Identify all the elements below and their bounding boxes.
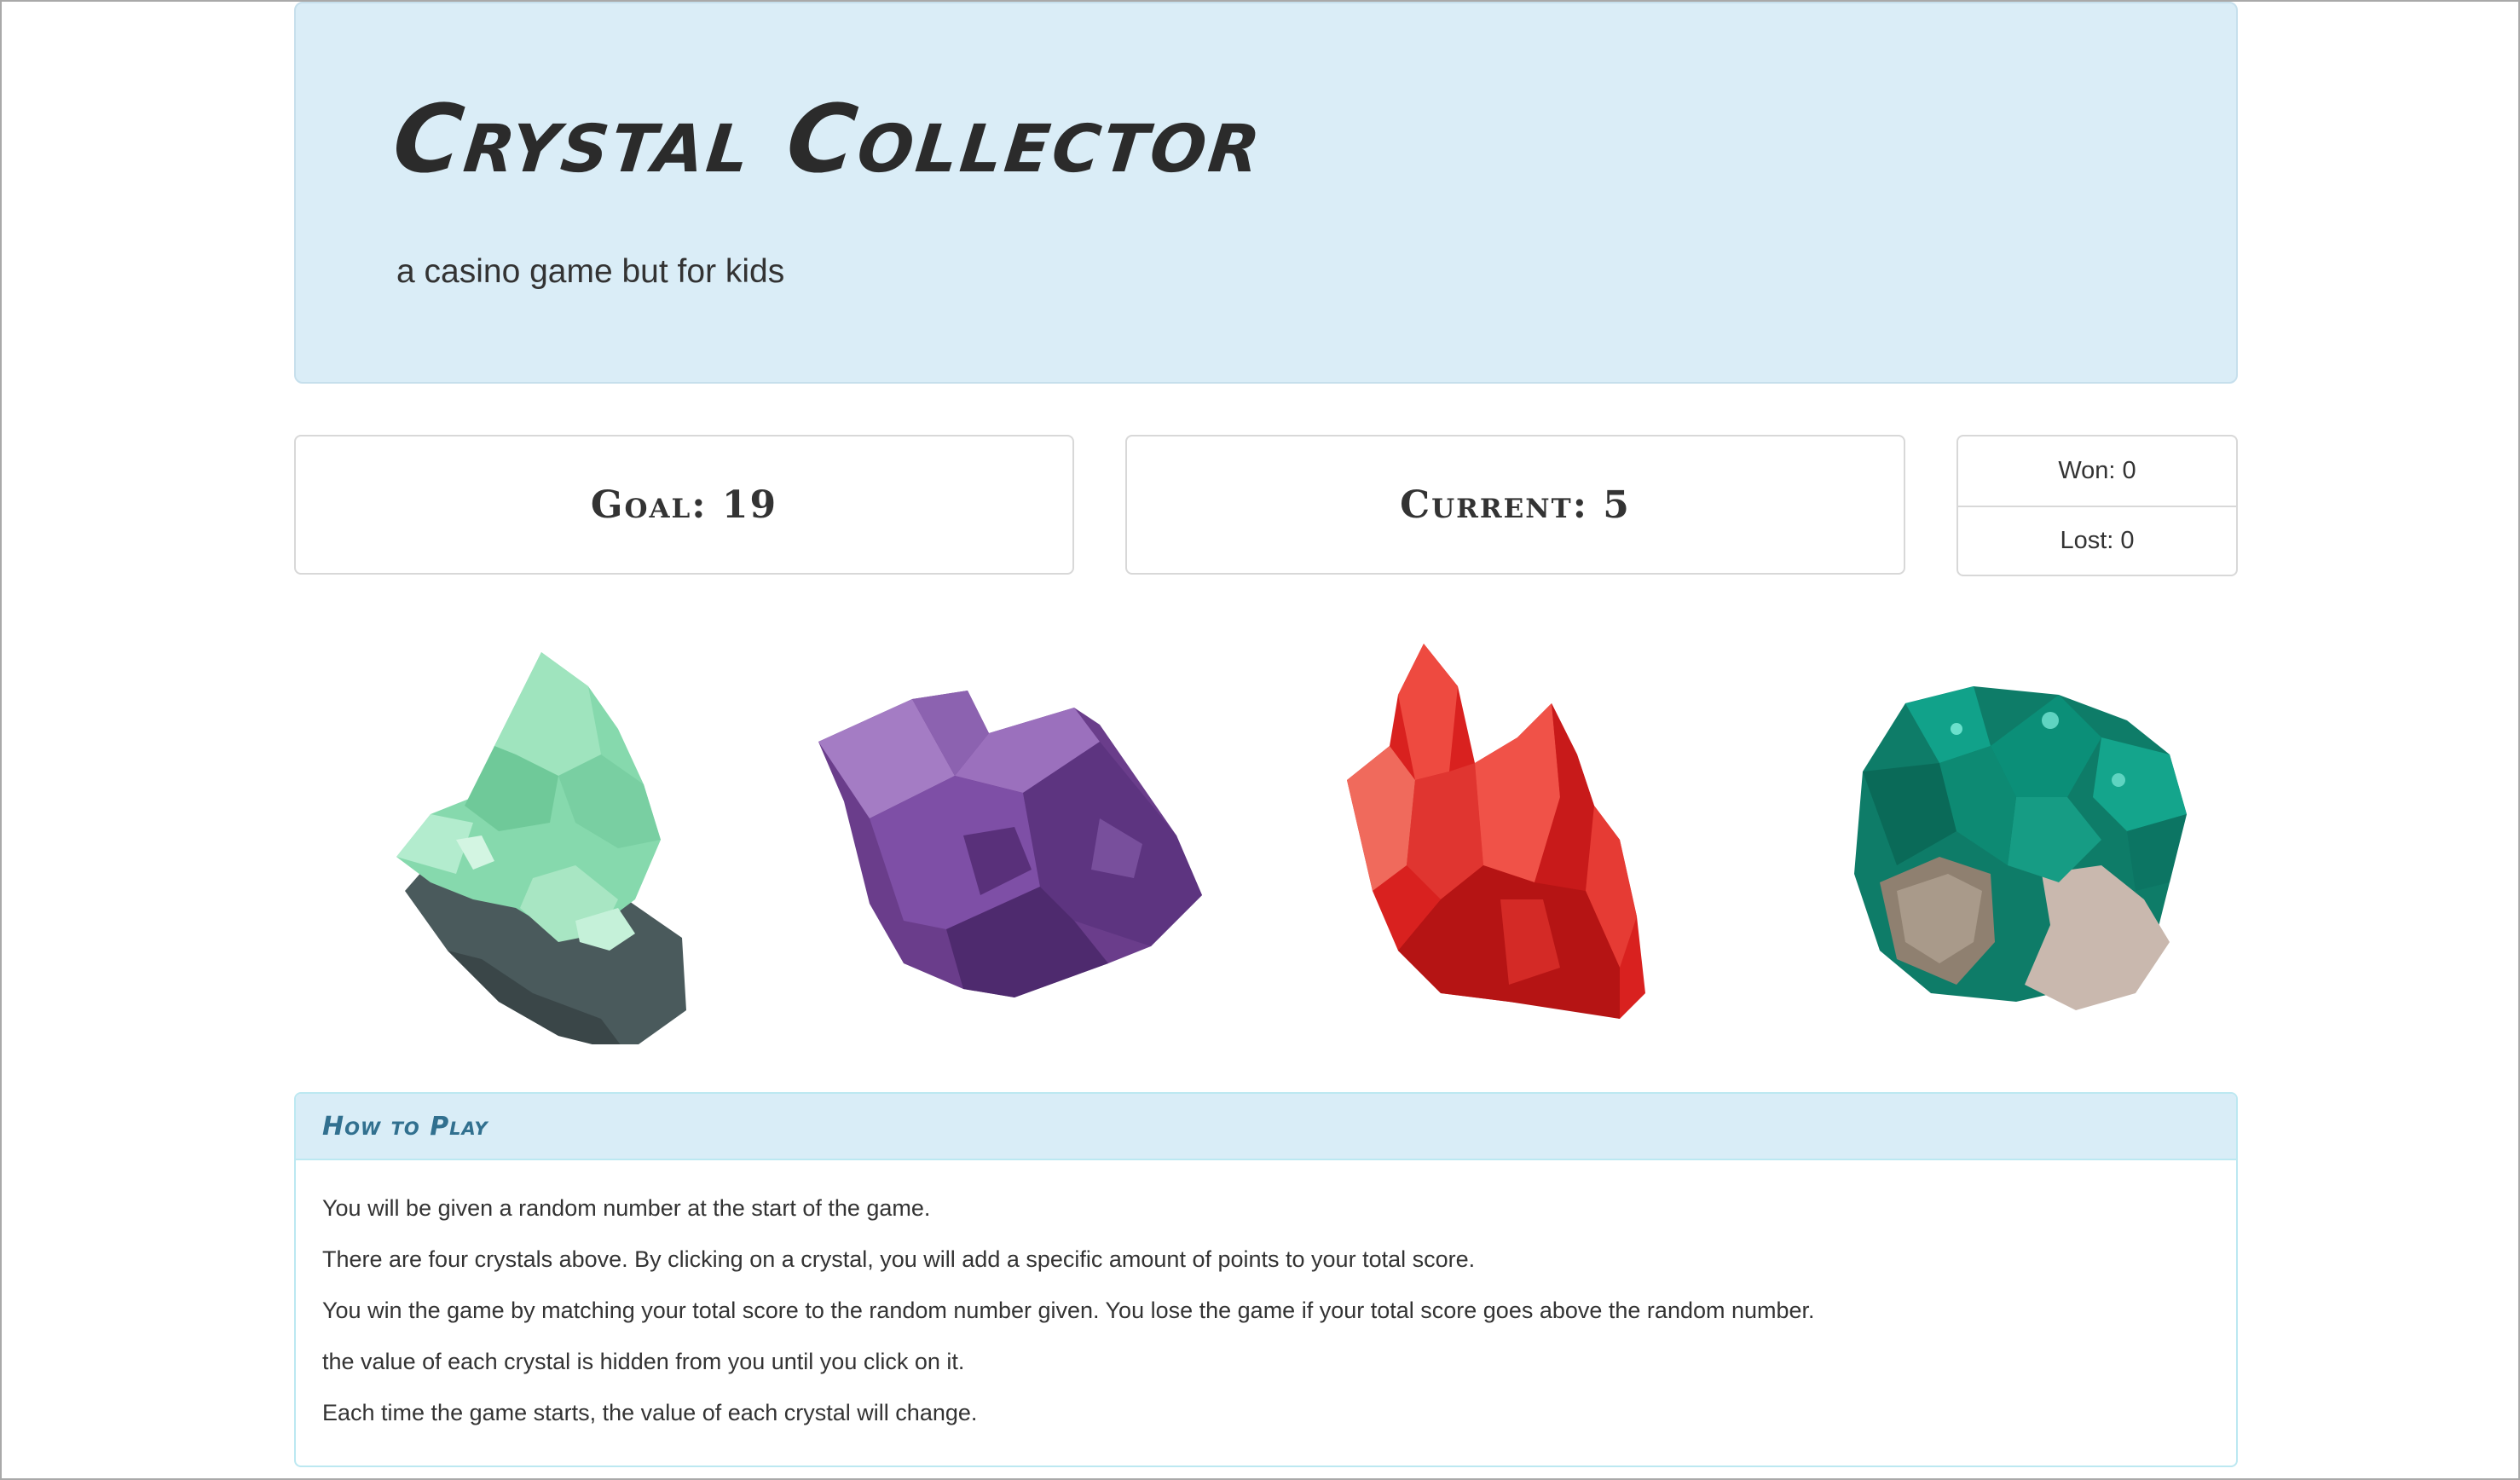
red-crystal-image [1347,644,1645,1019]
purple-crystal-image [818,691,1202,997]
how-to-play-body: You will be given a random number at the… [296,1160,2236,1438]
instruction-line: the value of each crystal is hidden from… [322,1349,965,1374]
green-crystal-button[interactable] [345,652,729,1044]
instruction-line: You win the game by matching your total … [322,1298,1815,1323]
lost-count: Lost: 0 [1958,506,2236,575]
page-title: Crystal Collector [388,84,1269,194]
teal-crystal-button[interactable] [1846,669,2204,1019]
instruction-line: You will be given a random number at the… [322,1195,931,1221]
green-crystal-image [396,652,686,1044]
purple-crystal-button[interactable] [818,665,1219,1006]
how-to-play-header: How to Play [296,1094,2236,1160]
how-to-play-title: How to Play [322,1111,488,1142]
current-label: Current: 5 [1400,483,1631,527]
win-loss-record: Won: 0 Lost: 0 [1956,435,2238,576]
instruction-line: There are four crystals above. By clicki… [322,1246,1476,1272]
instruction-line: Each time the game starts, the value of … [322,1400,978,1425]
goal-panel: Goal: 19 [294,435,1074,575]
page-subtitle: a casino game but for kids [396,253,785,290]
goal-label: Goal: 19 [590,483,778,527]
current-panel: Current: 5 [1125,435,1905,575]
teal-crystal-image [1854,686,2187,1010]
won-count: Won: 0 [2058,457,2136,484]
how-to-play-panel: How to Play You will be given a random n… [294,1092,2238,1467]
header-jumbotron: Crystal Collector a casino game but for … [294,2,2238,384]
red-crystal-button[interactable] [1338,644,1696,1036]
